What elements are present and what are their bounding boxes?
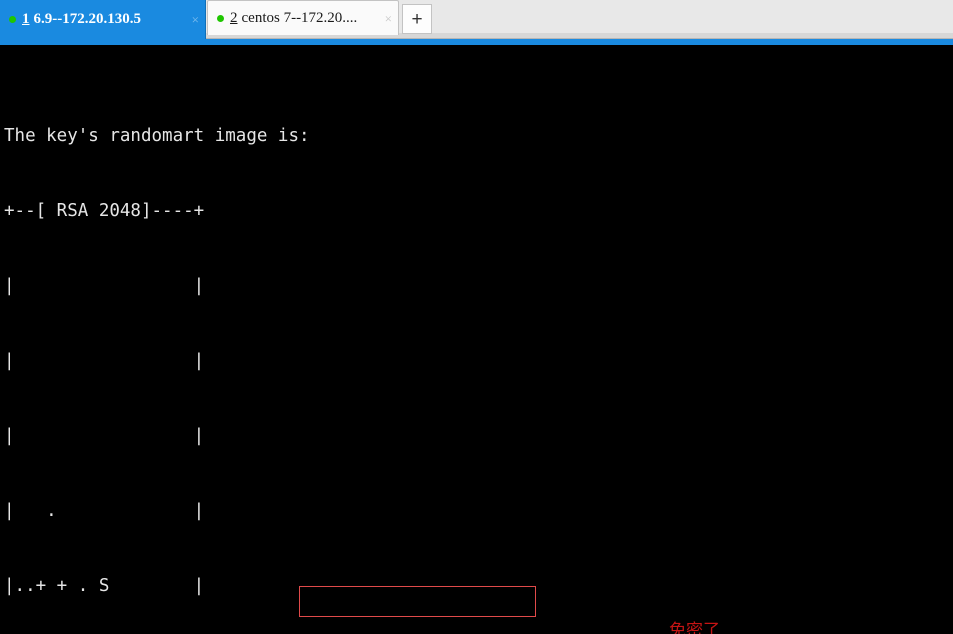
close-icon[interactable]: × <box>379 12 392 25</box>
new-tab-button[interactable]: + <box>402 4 432 34</box>
terminal-tab-2[interactable]: 2 centos 7--172.20.... × <box>207 0 399 35</box>
tab-bar: 1 6.9--172.20.130.5 × 2 centos 7--172.20… <box>0 0 953 39</box>
terminal-line: | . | <box>4 501 205 521</box>
terminal-line: +--[ RSA 2048]----+ <box>4 201 205 221</box>
tab-2-title: centos 7--172.20.... <box>241 9 358 26</box>
tab-1-index: 1 <box>22 11 30 27</box>
terminal-line: | | <box>4 276 205 296</box>
tab-1-title: 6.9--172.20.130.5 <box>33 11 142 27</box>
close-icon[interactable]: × <box>186 13 199 26</box>
terminal-line: | | <box>4 351 205 371</box>
terminal-screen[interactable]: The key's randomart image is: +--[ RSA 2… <box>0 45 953 634</box>
terminal-line: | | <box>4 426 205 446</box>
green-dot-icon <box>9 16 16 23</box>
terminal-line: |..+ + . S | <box>4 576 205 596</box>
terminal-line: The key's randomart image is: <box>4 126 310 146</box>
green-dot-icon <box>217 14 224 22</box>
annotation-note: 免密了 <box>669 621 720 634</box>
tab-2-index: 2 <box>230 9 238 26</box>
terminal-tab-1[interactable]: 1 6.9--172.20.130.5 × <box>0 0 206 39</box>
